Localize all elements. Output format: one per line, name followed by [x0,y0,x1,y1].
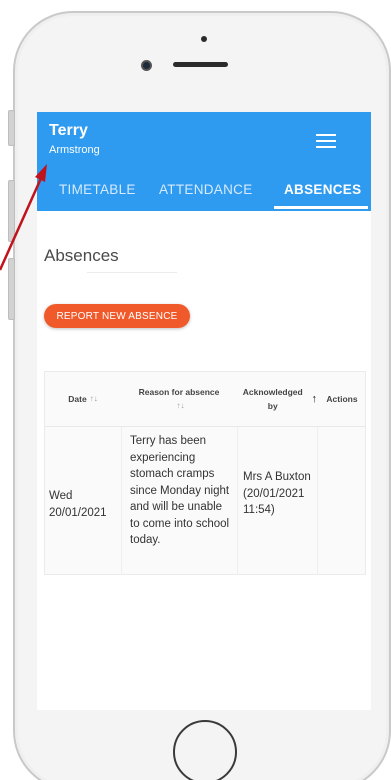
annotation-arrow-icon [0,164,47,271]
stage: Terry Armstrong TIMETABLE ATTENDANCE ABS… [0,0,391,780]
